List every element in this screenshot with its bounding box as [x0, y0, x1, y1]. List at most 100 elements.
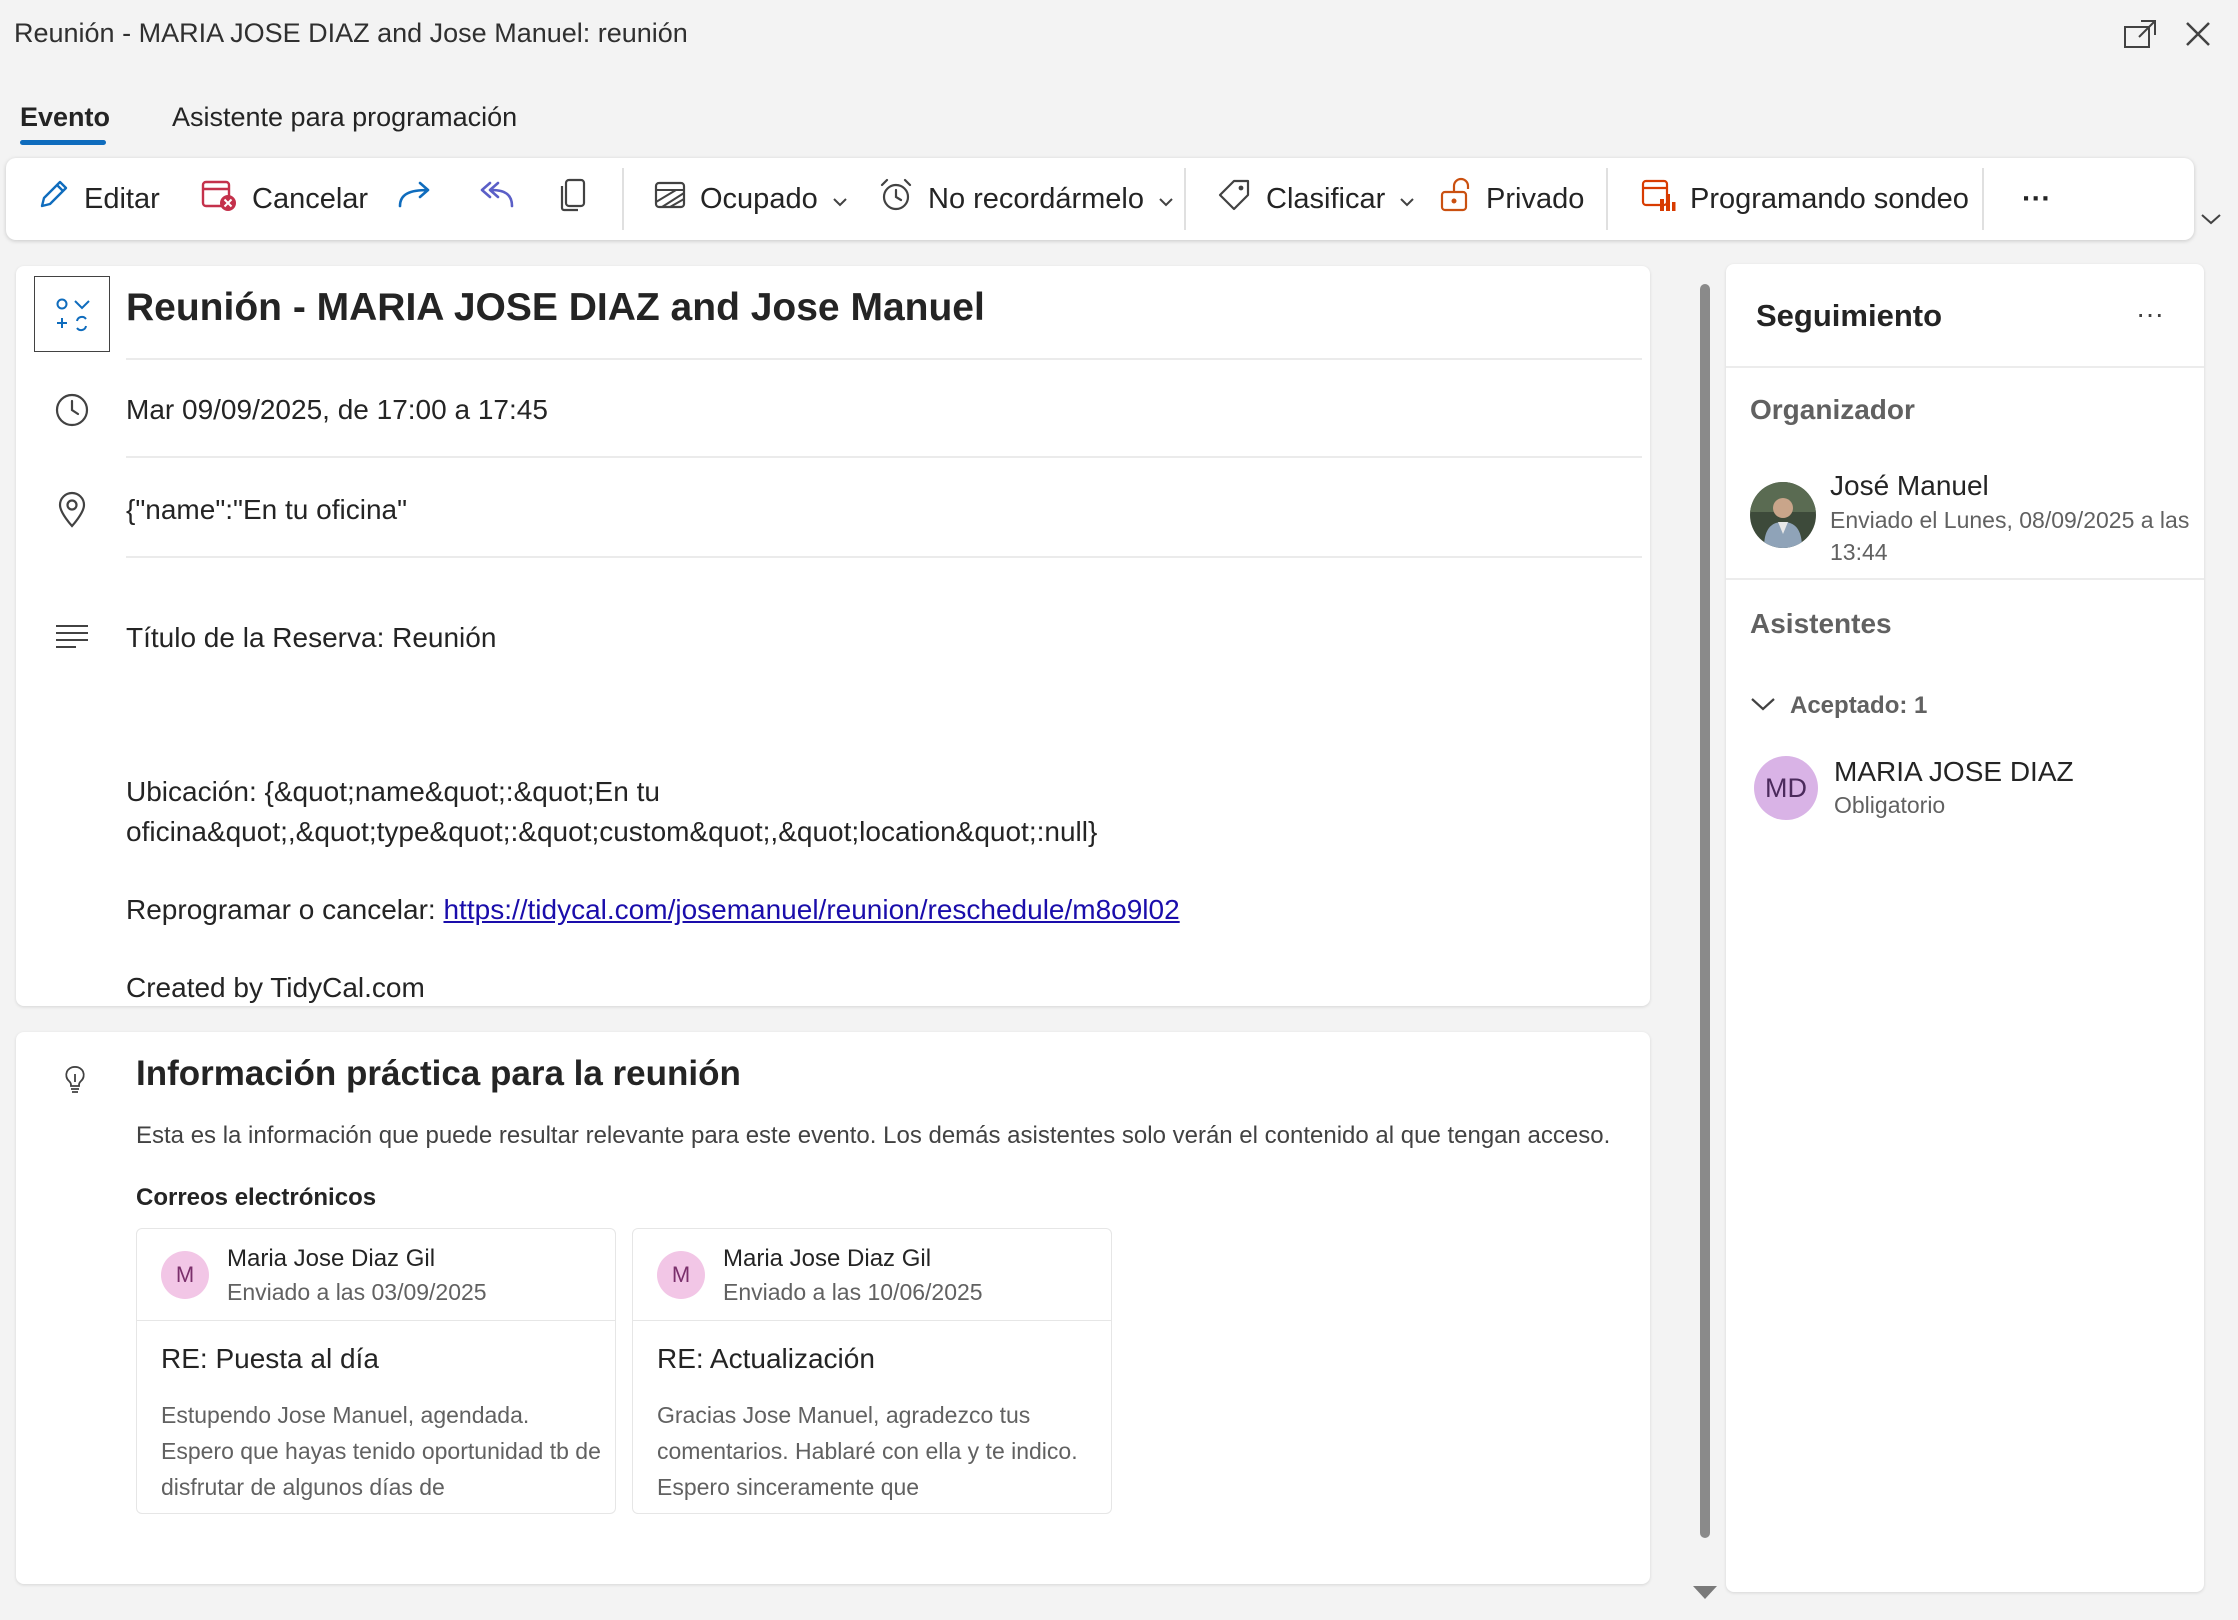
- scheduling-poll-button[interactable]: Programando sondeo: [1640, 158, 1969, 240]
- private-label: Privado: [1486, 182, 1585, 215]
- accepted-label: Aceptado: 1: [1790, 692, 1928, 719]
- organizer-heading: Organizador: [1750, 394, 1915, 425]
- toolbar-separator: [1184, 168, 1186, 230]
- chevron-down-icon: [1158, 183, 1174, 216]
- organizer-name: José Manuel: [1830, 470, 1989, 501]
- scheduling-poll-label: Programando sondeo: [1690, 182, 1969, 215]
- event-datetime: Mar 09/09/2025, de 17:00 a 17:45: [126, 394, 548, 425]
- chevron-down-icon: [1750, 696, 1776, 717]
- email-preview: Estupendo Jose Manuel, agendada. Espero …: [161, 1402, 601, 1500]
- close-window-button[interactable]: [2176, 14, 2220, 58]
- chevron-down-icon: [832, 183, 848, 216]
- email-date: Enviado a las 03/09/2025: [227, 1279, 487, 1305]
- email-card[interactable]: M Maria Jose Diaz Gil Enviado a las 03/0…: [136, 1228, 616, 1514]
- reschedule-link[interactable]: https://tidycal.com/josemanuel/reunion/r…: [443, 894, 1179, 925]
- expand-window-button[interactable]: [2118, 14, 2162, 58]
- reply-all-button[interactable]: [476, 158, 516, 240]
- show-as-dropdown[interactable]: Ocupado: [654, 158, 848, 240]
- tracking-title: Seguimiento: [1756, 298, 1943, 333]
- email-sender: Maria Jose Diaz Gil: [227, 1245, 436, 1272]
- divider: [1726, 578, 2204, 580]
- reschedule-line: Reprogramar o cancelar: https://tidycal.…: [126, 890, 1180, 930]
- more-options-label: ···: [2022, 182, 2051, 215]
- accepted-group-toggle[interactable]: Aceptado: 1: [1750, 686, 1927, 726]
- unlock-icon: [1438, 177, 1472, 221]
- toolbar-separator: [1982, 168, 1984, 230]
- email-card-header: M Maria Jose Diaz Gil Enviado a las 03/0…: [137, 1229, 615, 1321]
- close-icon: [2184, 20, 2212, 53]
- attendee-role: Obligatorio: [1834, 792, 1946, 818]
- event-location: {"name":"En tu oficina": [126, 494, 408, 525]
- title-bar: Reunión - MARIA JOSE DIAZ and Jose Manue…: [0, 0, 2238, 70]
- tracking-panel: Seguimiento ··· Organizador José Manuel …: [1726, 264, 2204, 1592]
- organizer-avatar[interactable]: [1750, 482, 1816, 548]
- insights-description: Esta es la información que puede resulta…: [136, 1122, 1611, 1149]
- copy-button[interactable]: [558, 158, 588, 240]
- attendee-name: MARIA JOSE DIAZ: [1834, 756, 2074, 787]
- created-by: Created by TidyCal.com: [126, 972, 425, 1003]
- email-subject: RE: Actualización: [657, 1343, 875, 1374]
- email-card-header: M Maria Jose Diaz Gil Enviado a las 10/0…: [633, 1229, 1111, 1321]
- booking-title: Título de la Reserva: Reunión: [126, 622, 497, 653]
- tab-asistente-programacion[interactable]: Asistente para programación: [172, 102, 517, 133]
- divider: [126, 358, 1642, 360]
- forward-button[interactable]: [396, 158, 434, 240]
- chevron-down-icon: [1399, 183, 1415, 216]
- scroll-down-button[interactable]: [1690, 1582, 1720, 1606]
- avatar: M: [161, 1251, 209, 1299]
- event-details-card: Reunión - MARIA JOSE DIAZ and Jose Manue…: [16, 266, 1650, 1006]
- categorize-label: Clasificar: [1266, 182, 1386, 215]
- busy-status-icon: [654, 180, 686, 218]
- email-preview: Gracias Jose Manuel, agradezco tus comen…: [657, 1402, 1078, 1500]
- toolbar-separator: [1606, 168, 1608, 230]
- organizer-sent-date: Enviado el Lunes, 08/09/2025 a las 13:44: [1830, 507, 2190, 565]
- avatar[interactable]: MD: [1754, 756, 1818, 820]
- copy-icon: [558, 177, 588, 221]
- tab-evento[interactable]: Evento: [20, 102, 110, 133]
- location-pin-icon: [52, 490, 92, 530]
- chevron-down-icon: [2200, 212, 2222, 231]
- edit-label: Editar: [84, 182, 160, 215]
- expand-window-icon: [2123, 19, 2157, 54]
- reply-all-icon: [476, 180, 516, 218]
- calendar-cancel-icon: [200, 177, 238, 221]
- event-subject: Reunión - MARIA JOSE DIAZ and Jose Manue…: [126, 286, 985, 329]
- more-options-button[interactable]: ···: [2022, 158, 2051, 240]
- cancel-label: Cancelar: [252, 182, 369, 215]
- lightbulb-icon: [62, 1064, 88, 1099]
- attendees-heading: Asistentes: [1750, 608, 1892, 639]
- reschedule-prefix: Reprogramar o cancelar:: [126, 894, 444, 925]
- pencil-icon: [36, 178, 70, 220]
- alarm-clock-icon: [878, 177, 914, 221]
- avatar: M: [657, 1251, 705, 1299]
- private-button[interactable]: Privado: [1438, 158, 1584, 240]
- clock-icon: [52, 390, 92, 430]
- reminder-label: No recordármelo: [928, 182, 1144, 215]
- toolbar-separator: [622, 168, 624, 230]
- text-lines-icon: [52, 616, 92, 656]
- window-title: Reunión - MARIA JOSE DIAZ and Jose Manue…: [14, 18, 688, 48]
- tracking-more-button[interactable]: ···: [2130, 294, 2170, 334]
- divider: [1726, 366, 2204, 368]
- active-tab-indicator: [20, 140, 106, 145]
- meeting-insights-card: Información práctica para la reunión Est…: [16, 1032, 1650, 1584]
- ribbon-tabs: Evento Asistente para programación: [0, 90, 1200, 150]
- email-subject: RE: Puesta al día: [161, 1343, 379, 1374]
- categorize-dropdown[interactable]: Clasificar: [1216, 158, 1415, 240]
- expand-ribbon-button[interactable]: [2196, 206, 2226, 236]
- forward-arrow-icon: [396, 180, 434, 218]
- cancel-meeting-button[interactable]: Cancelar: [200, 158, 368, 240]
- event-type-icon: [34, 276, 110, 352]
- divider: [126, 456, 1642, 458]
- edit-button[interactable]: Editar: [36, 158, 160, 240]
- divider: [126, 556, 1642, 558]
- email-sender: Maria Jose Diaz Gil: [723, 1245, 932, 1272]
- insights-title: Información práctica para la reunión: [136, 1054, 741, 1093]
- email-card[interactable]: M Maria Jose Diaz Gil Enviado a las 10/0…: [632, 1228, 1112, 1514]
- scrollbar-thumb[interactable]: [1700, 284, 1710, 1538]
- emails-heading: Correos electrónicos: [136, 1184, 377, 1211]
- location-detail-line2: oficina&quot;,&quot;type&quot;:&quot;cus…: [126, 816, 1098, 847]
- email-date: Enviado a las 10/06/2025: [723, 1279, 983, 1305]
- reminder-dropdown[interactable]: No recordármelo: [878, 158, 1174, 240]
- location-detail-line1: Ubicación: {&quot;name&quot;:&quot;En tu: [126, 776, 660, 807]
